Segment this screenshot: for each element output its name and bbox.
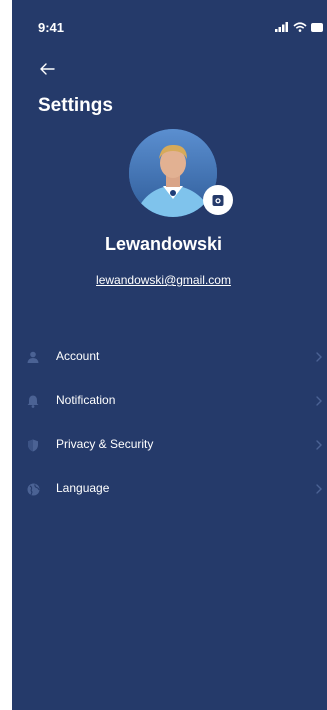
settings-screen: 9:41 Settings Lewandowski lewandowski@gm… (12, 0, 327, 710)
status-icons (275, 22, 323, 32)
chevron-right-icon (316, 440, 322, 450)
chevron-right-icon (316, 484, 322, 494)
menu-label-language: Language (56, 481, 110, 495)
settings-menu: Account Notification Privacy & Security … (12, 338, 327, 514)
person-icon (26, 350, 40, 364)
status-time: 9:41 (38, 20, 65, 35)
shield-icon (26, 438, 40, 452)
change-photo-button[interactable] (203, 185, 233, 215)
profile-email-link[interactable]: lewandowski@gmail.com (12, 273, 327, 287)
menu-item-account[interactable]: Account (12, 338, 327, 382)
menu-item-privacy-security[interactable]: Privacy & Security (12, 426, 327, 470)
menu-label-account: Account (56, 349, 100, 363)
menu-label-notification: Notification (56, 393, 116, 407)
menu-label-privacy-security: Privacy & Security (56, 437, 154, 451)
wifi-icon (293, 22, 307, 32)
back-button[interactable] (38, 60, 56, 78)
profile-avatar-container (129, 129, 233, 217)
menu-item-notification[interactable]: Notification (12, 382, 327, 426)
chevron-right-icon (316, 352, 322, 362)
chevron-right-icon (316, 396, 322, 406)
profile-name: Lewandowski (104, 234, 223, 254)
battery-icon (311, 22, 323, 32)
menu-item-language[interactable]: Language (12, 470, 327, 514)
arrow-left-icon (40, 63, 55, 75)
page-title: Settings (38, 95, 113, 116)
status-bar: 9:41 (12, 0, 327, 44)
camera-icon (212, 195, 224, 206)
globe-icon (26, 482, 40, 496)
signal-icon (275, 22, 288, 32)
bell-icon (26, 394, 40, 408)
